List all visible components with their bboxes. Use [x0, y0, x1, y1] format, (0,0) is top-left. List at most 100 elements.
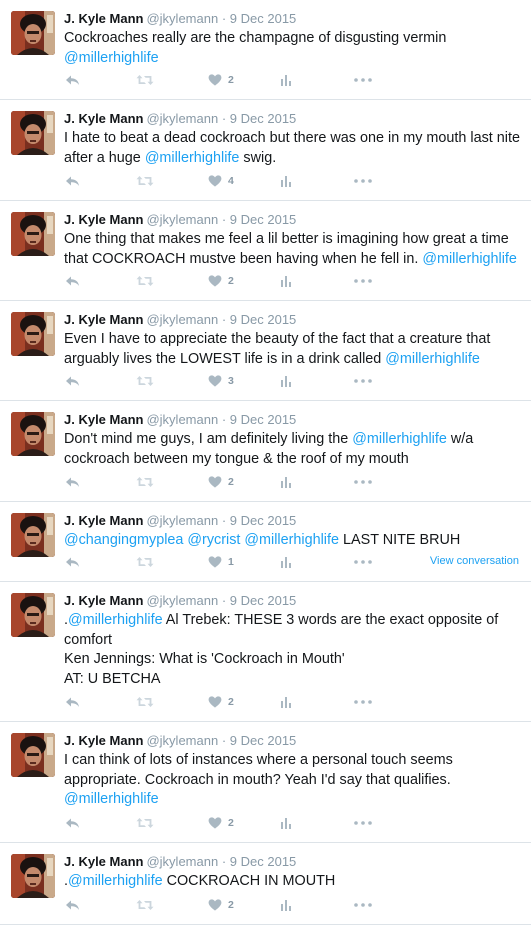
tweet-date[interactable]: 9 Dec 2015: [230, 854, 297, 869]
tweet[interactable]: J. Kyle Mann @jkylemann · 9 Dec 2015 I ca…: [0, 722, 531, 843]
reply-button[interactable]: [65, 173, 80, 189]
author-name[interactable]: J. Kyle Mann: [64, 412, 143, 427]
analytics-button[interactable]: [280, 554, 292, 570]
reply-button[interactable]: [65, 72, 80, 88]
retweet-button[interactable]: [136, 72, 154, 88]
tweet-date[interactable]: 9 Dec 2015: [230, 11, 297, 26]
like-button[interactable]: 4: [208, 173, 234, 189]
like-button[interactable]: 3: [208, 373, 234, 389]
author-name[interactable]: J. Kyle Mann: [64, 733, 143, 748]
author-handle[interactable]: @jkylemann: [146, 312, 218, 327]
author-name[interactable]: J. Kyle Mann: [64, 513, 143, 528]
author-name[interactable]: J. Kyle Mann: [64, 111, 143, 126]
tweet-date[interactable]: 9 Dec 2015: [230, 412, 297, 427]
reply-button[interactable]: [65, 694, 80, 710]
reply-button[interactable]: [65, 474, 80, 490]
mention-link[interactable]: @millerhighlife: [385, 351, 480, 367]
like-button[interactable]: 2: [208, 897, 234, 913]
avatar[interactable]: [11, 312, 55, 356]
avatar[interactable]: [11, 111, 55, 155]
author-handle[interactable]: @jkylemann: [146, 212, 218, 227]
retweet-button[interactable]: [136, 694, 154, 710]
author-handle[interactable]: @jkylemann: [146, 513, 218, 528]
author-name[interactable]: J. Kyle Mann: [64, 854, 143, 869]
author-handle[interactable]: @jkylemann: [146, 854, 218, 869]
retweet-button[interactable]: [136, 273, 154, 289]
author-handle[interactable]: @jkylemann: [146, 111, 218, 126]
like-button[interactable]: 2: [208, 815, 234, 831]
like-button[interactable]: 1: [208, 554, 234, 570]
retweet-button[interactable]: [136, 554, 154, 570]
mention-link[interactable]: @millerhighlife: [68, 612, 163, 628]
mention-link[interactable]: @millerhighlife: [64, 791, 159, 807]
mention-link[interactable]: @millerhighlife: [422, 251, 517, 267]
tweet-date[interactable]: 9 Dec 2015: [230, 593, 297, 608]
tweet[interactable]: J. Kyle Mann @jkylemann · 9 Dec 2015 @cha…: [0, 502, 531, 582]
mention-link[interactable]: @millerhighlife: [68, 873, 163, 889]
tweet[interactable]: J. Kyle Mann @jkylemann · 9 Dec 2015 Don'…: [0, 401, 531, 502]
tweet[interactable]: J. Kyle Mann @jkylemann · 9 Dec 2015 .@mi…: [0, 582, 531, 722]
more-button[interactable]: [354, 554, 372, 570]
more-button[interactable]: [354, 273, 372, 289]
tweet-date[interactable]: 9 Dec 2015: [230, 111, 297, 126]
like-button[interactable]: 2: [208, 694, 234, 710]
tweet[interactable]: J. Kyle Mann @jkylemann · 9 Dec 2015 .@mi…: [0, 843, 531, 925]
analytics-button[interactable]: [280, 72, 292, 88]
retweet-button[interactable]: [136, 815, 154, 831]
retweet-button[interactable]: [136, 897, 154, 913]
like-button[interactable]: 2: [208, 72, 234, 88]
tweet[interactable]: J. Kyle Mann @jkylemann · 9 Dec 2015 Cock…: [0, 0, 531, 100]
author-name[interactable]: J. Kyle Mann: [64, 312, 143, 327]
reply-button[interactable]: [65, 273, 80, 289]
retweet-button[interactable]: [136, 373, 154, 389]
analytics-button[interactable]: [280, 173, 292, 189]
reply-button[interactable]: [65, 897, 80, 913]
tweet-date[interactable]: 9 Dec 2015: [230, 212, 297, 227]
retweet-button[interactable]: [136, 474, 154, 490]
view-conversation-link[interactable]: View conversation: [430, 555, 519, 567]
analytics-button[interactable]: [280, 694, 292, 710]
like-button[interactable]: 2: [208, 273, 234, 289]
reply-button[interactable]: [65, 554, 80, 570]
tweet-date[interactable]: 9 Dec 2015: [230, 312, 297, 327]
tweet-date[interactable]: 9 Dec 2015: [230, 733, 297, 748]
avatar[interactable]: [11, 412, 55, 456]
author-handle[interactable]: @jkylemann: [146, 412, 218, 427]
author-handle[interactable]: @jkylemann: [146, 11, 218, 26]
retweet-button[interactable]: [136, 173, 154, 189]
mention-link[interactable]: @millerhighlife: [352, 431, 447, 447]
tweet[interactable]: J. Kyle Mann @jkylemann · 9 Dec 2015 One …: [0, 201, 531, 301]
avatar[interactable]: [11, 593, 55, 637]
avatar[interactable]: [11, 212, 55, 256]
analytics-button[interactable]: [280, 815, 292, 831]
avatar[interactable]: [11, 513, 55, 557]
like-button[interactable]: 2: [208, 474, 234, 490]
tweet-date[interactable]: 9 Dec 2015: [230, 513, 297, 528]
author-name[interactable]: J. Kyle Mann: [64, 212, 143, 227]
mention-link[interactable]: @millerhighlife: [244, 532, 339, 548]
more-button[interactable]: [354, 173, 372, 189]
analytics-button[interactable]: [280, 373, 292, 389]
analytics-button[interactable]: [280, 474, 292, 490]
more-button[interactable]: [354, 815, 372, 831]
analytics-button[interactable]: [280, 897, 292, 913]
reply-button[interactable]: [65, 373, 80, 389]
more-button[interactable]: [354, 474, 372, 490]
more-button[interactable]: [354, 72, 372, 88]
mention-link[interactable]: @rycrist: [187, 532, 240, 548]
more-button[interactable]: [354, 897, 372, 913]
avatar[interactable]: [11, 11, 55, 55]
reply-button[interactable]: [65, 815, 80, 831]
avatar[interactable]: [11, 854, 55, 898]
mention-link[interactable]: @millerhighlife: [145, 150, 240, 166]
author-name[interactable]: J. Kyle Mann: [64, 593, 143, 608]
author-handle[interactable]: @jkylemann: [146, 733, 218, 748]
analytics-button[interactable]: [280, 273, 292, 289]
more-button[interactable]: [354, 373, 372, 389]
avatar[interactable]: [11, 733, 55, 777]
tweet[interactable]: J. Kyle Mann @jkylemann · 9 Dec 2015 Even…: [0, 301, 531, 401]
author-handle[interactable]: @jkylemann: [146, 593, 218, 608]
tweet[interactable]: J. Kyle Mann @jkylemann · 9 Dec 2015 I ha…: [0, 100, 531, 201]
mention-link[interactable]: @millerhighlife: [64, 50, 159, 66]
mention-link[interactable]: @changingmyplea: [64, 532, 183, 548]
